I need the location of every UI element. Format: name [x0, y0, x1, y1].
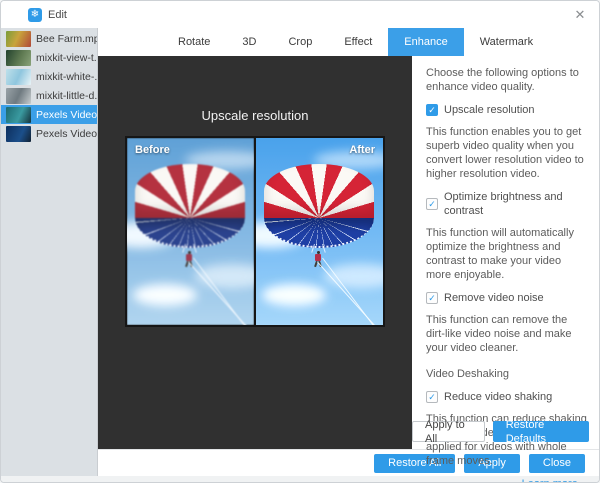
tab-crop[interactable]: Crop	[272, 28, 328, 56]
app-icon: ❄	[28, 8, 42, 22]
tab-watermark[interactable]: Watermark	[464, 28, 549, 56]
preview-title: Upscale resolution	[98, 108, 412, 123]
file-name: Bee Farm.mp4	[36, 33, 97, 45]
option-label: Reduce video shaking	[444, 390, 552, 404]
checkbox-checked-icon[interactable]	[426, 391, 438, 403]
file-row-bee-farm[interactable]: Bee Farm.mp4	[1, 29, 97, 48]
file-name: Pexels Videos ..	[36, 128, 97, 140]
parachute-canopy-top	[135, 164, 245, 218]
before-label: Before	[135, 144, 170, 156]
option-label: Optimize brightness and contrast	[444, 190, 587, 218]
parasail-scene	[127, 138, 254, 325]
file-row-mixkit-white[interactable]: mixkit-white-...	[1, 67, 97, 86]
edit-tabs: Rotate 3D Crop Effect Enhance Watermark	[98, 28, 599, 56]
parasail-scene	[256, 138, 383, 325]
learn-more-link[interactable]: Learn more...	[426, 477, 587, 483]
video-deshaking-heading: Video Deshaking	[426, 367, 587, 381]
video-thumbnail	[6, 126, 31, 142]
checkbox-remove-noise[interactable]: Remove video noise	[426, 291, 587, 305]
panel-intro: Choose the following options to enhance …	[426, 66, 587, 94]
file-name: mixkit-white-...	[36, 71, 97, 83]
tab-rotate[interactable]: Rotate	[162, 28, 226, 56]
window-title: Edit	[48, 9, 67, 21]
close-icon[interactable]: ✕	[571, 7, 589, 23]
preview-area: Upscale resolution Before	[98, 56, 412, 449]
checkbox-reduce-shaking[interactable]: Reduce video shaking	[426, 390, 587, 404]
checkbox-checked-icon[interactable]	[426, 198, 438, 210]
video-thumbnail	[6, 88, 31, 104]
edit-dialog: ❄ Edit ✕ Bee Farm.mp4 mixkit-view-t... m…	[0, 0, 600, 483]
option-description: This function will automatically optimiz…	[426, 226, 587, 282]
checkbox-upscale-resolution[interactable]: Upscale resolution	[426, 103, 587, 117]
before-after-comparison: Before	[125, 136, 385, 327]
video-thumbnail	[6, 31, 31, 47]
restore-defaults-button[interactable]: Restore Defaults	[493, 421, 589, 442]
file-row-pexels-1-selected[interactable]: Pexels Videos ..	[1, 105, 97, 124]
option-label: Upscale resolution	[444, 103, 535, 117]
checkbox-checked-icon[interactable]	[426, 292, 438, 304]
after-label: After	[349, 144, 375, 156]
tab-effect[interactable]: Effect	[328, 28, 388, 56]
option-description: This function enables you to get superb …	[426, 125, 587, 181]
video-thumbnail	[6, 107, 31, 123]
tab-3d[interactable]: 3D	[226, 28, 272, 56]
parachute-canopy-top	[264, 164, 374, 218]
enhance-options-panel: Choose the following options to enhance …	[412, 56, 599, 449]
after-image: After	[256, 138, 383, 325]
file-list: Bee Farm.mp4 mixkit-view-t... mixkit-whi…	[1, 28, 98, 476]
option-label: Remove video noise	[444, 291, 544, 305]
file-row-mixkit-view[interactable]: mixkit-view-t...	[1, 48, 97, 67]
before-image: Before	[127, 138, 254, 325]
checkbox-optimize-brightness[interactable]: Optimize brightness and contrast	[426, 190, 587, 218]
apply-to-all-button[interactable]: Apply to All	[412, 421, 485, 442]
file-name: mixkit-view-t...	[36, 52, 97, 64]
option-description: This function can remove the dirt-like v…	[426, 313, 587, 355]
checkbox-checked-icon[interactable]	[426, 104, 438, 116]
file-row-mixkit-little[interactable]: mixkit-little-d...	[1, 86, 97, 105]
video-thumbnail	[6, 69, 31, 85]
file-row-pexels-2[interactable]: Pexels Videos ..	[1, 124, 97, 143]
file-name: Pexels Videos ..	[36, 109, 97, 121]
tab-enhance[interactable]: Enhance	[388, 28, 463, 56]
file-name: mixkit-little-d...	[36, 90, 97, 102]
title-bar: ❄ Edit ✕	[1, 1, 599, 28]
video-thumbnail	[6, 50, 31, 66]
